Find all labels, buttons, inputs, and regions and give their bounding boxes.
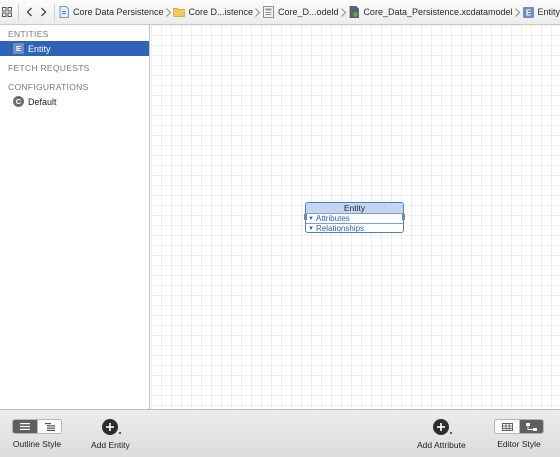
add-attribute-button[interactable]: Add Attribute bbox=[417, 419, 466, 450]
breadcrumb-label: Entity bbox=[537, 7, 560, 17]
svg-text:E: E bbox=[526, 8, 532, 17]
graph-editor-canvas[interactable]: Entity ▼ Attributes ▼ Relationships bbox=[151, 25, 560, 409]
breadcrumb-entity[interactable]: E Entity bbox=[522, 0, 560, 24]
entity-node[interactable]: Entity ▼ Attributes ▼ Relationships bbox=[305, 202, 404, 233]
add-entity-button[interactable]: Add Entity bbox=[91, 419, 130, 450]
sidebar-item-entity[interactable]: E Entity bbox=[0, 41, 149, 56]
chevron-right-icon bbox=[341, 0, 347, 24]
outline-sidebar: ENTITIES E Entity FETCH REQUESTS CONFIGU… bbox=[0, 25, 150, 409]
breadcrumb-label: Core_Data_Persistence.xcdatamodel bbox=[363, 7, 513, 17]
sidebar-item-default-configuration[interactable]: C Default bbox=[0, 94, 149, 109]
folder-icon bbox=[173, 6, 186, 19]
breadcrumb-label: Core D...istence bbox=[188, 7, 254, 17]
editor-style-segmented bbox=[494, 419, 544, 434]
project-file-icon bbox=[58, 6, 70, 19]
related-items-grid-icon[interactable] bbox=[0, 0, 15, 24]
editor-style-label: Editor Style bbox=[497, 439, 541, 449]
outline-style-label: Outline Style bbox=[12, 439, 62, 449]
divider bbox=[54, 3, 55, 21]
editor-style-control: Editor Style bbox=[494, 419, 544, 449]
divider bbox=[17, 3, 19, 21]
chevron-right-icon bbox=[515, 0, 521, 24]
bottom-toolbar: Outline Style Add Entity Add Attribute E… bbox=[0, 409, 560, 457]
add-plus-icon[interactable] bbox=[102, 419, 122, 435]
table-style-icon[interactable] bbox=[495, 420, 519, 433]
configurations-header: CONFIGURATIONS bbox=[8, 82, 89, 92]
flat-list-icon[interactable] bbox=[13, 420, 37, 433]
breadcrumb-datamodel-file[interactable]: Core_Data_Persistence.xcdatamodel bbox=[348, 0, 513, 24]
breadcrumb-label: Core Data Persistence bbox=[73, 7, 164, 17]
add-entity-label: Add Entity bbox=[91, 440, 130, 450]
sidebar-item-label: Default bbox=[28, 96, 57, 107]
breadcrumb-model-bundle[interactable]: Core_D...odeld bbox=[263, 0, 339, 24]
resize-handle-left[interactable] bbox=[304, 214, 307, 220]
fetch-requests-header[interactable]: FETCH REQUESTS bbox=[0, 61, 149, 75]
forward-arrow-icon[interactable] bbox=[36, 0, 51, 24]
add-plus-icon[interactable] bbox=[433, 419, 453, 435]
entity-attributes-section[interactable]: ▼ Attributes bbox=[306, 214, 403, 224]
graph-style-icon[interactable] bbox=[519, 420, 543, 433]
sidebar-item-label: Entity bbox=[28, 43, 51, 54]
jump-bar: Core Data Persistence Core D...istence C… bbox=[0, 0, 560, 25]
chevron-right-icon bbox=[255, 0, 261, 24]
configuration-c-icon: C bbox=[13, 96, 24, 107]
breadcrumb-project[interactable]: Core Data Persistence bbox=[58, 0, 164, 24]
hierarchical-list-icon[interactable] bbox=[37, 420, 61, 433]
breadcrumb-group[interactable]: Core D...istence bbox=[173, 0, 254, 24]
breadcrumb-label: Core_D...odeld bbox=[277, 7, 339, 17]
section-label: Relationships bbox=[316, 224, 365, 233]
chevron-right-icon bbox=[166, 0, 172, 24]
model-bundle-icon bbox=[263, 6, 275, 19]
datamodel-file-icon bbox=[348, 6, 360, 19]
entity-e-icon: E bbox=[13, 43, 24, 54]
disclosure-triangle-icon[interactable]: ▼ bbox=[308, 224, 316, 232]
entity-e-icon: E bbox=[522, 6, 534, 19]
resize-handle-right[interactable] bbox=[402, 214, 405, 220]
entity-relationships-section[interactable]: ▼ Relationships bbox=[306, 224, 403, 233]
disclosure-triangle-icon[interactable]: ▼ bbox=[308, 214, 316, 224]
outline-style-segmented bbox=[12, 419, 62, 434]
section-label: Attributes bbox=[316, 213, 350, 223]
entity-node-title[interactable]: Entity bbox=[306, 203, 403, 214]
add-attribute-label: Add Attribute bbox=[417, 440, 466, 450]
outline-style-control: Outline Style bbox=[12, 419, 62, 449]
entities-header: ENTITIES bbox=[8, 29, 49, 39]
back-arrow-icon[interactable] bbox=[22, 0, 37, 24]
